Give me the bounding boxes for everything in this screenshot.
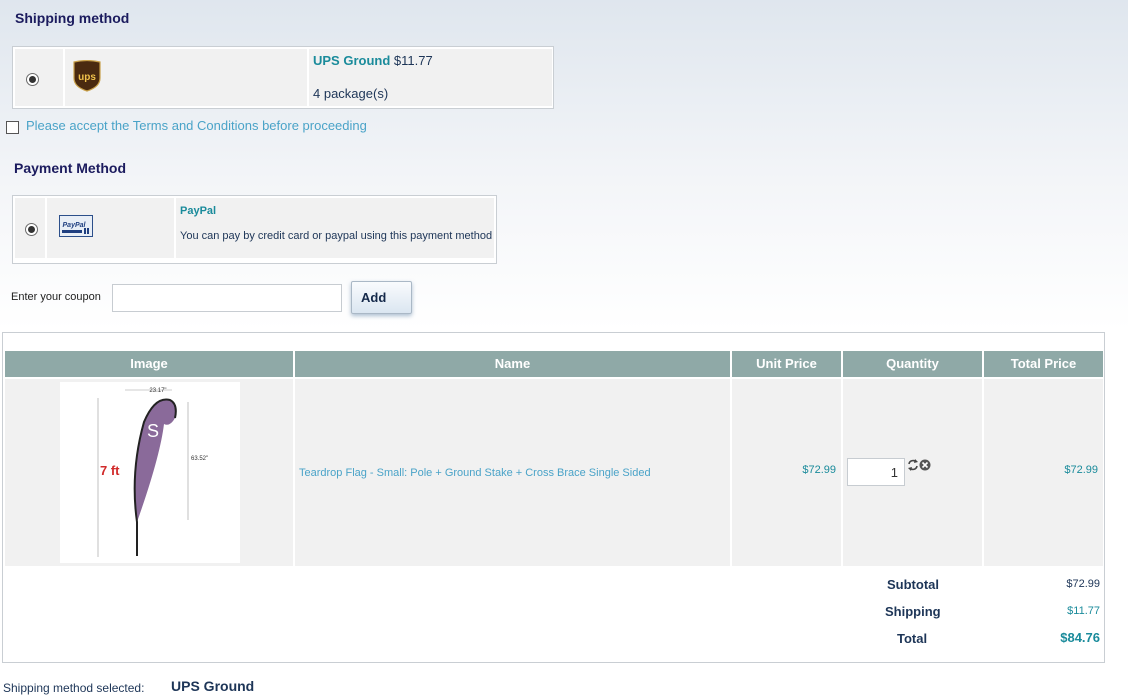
- product-name-cell: Teardrop Flag - Small: Pole + Ground Sta…: [295, 379, 730, 566]
- shipping-label: Shipping: [885, 604, 941, 619]
- column-header-image: Image: [5, 351, 293, 377]
- remove-item-icon[interactable]: [919, 459, 931, 471]
- table-row: 23.17" 63.52" 7 ft S: [5, 379, 293, 566]
- product-image[interactable]: 23.17" 63.52" 7 ft S: [60, 382, 240, 563]
- shipping-details-cell: UPS Ground $11.77 4 package(s): [309, 49, 552, 106]
- payment-radio[interactable]: [25, 223, 38, 236]
- payment-option[interactable]: PayPal PayPal You can pay by credit card…: [12, 195, 497, 264]
- shipping-packages: 4 package(s): [313, 86, 389, 101]
- svg-text:7 ft: 7 ft: [100, 463, 120, 478]
- shipping-radio[interactable]: [26, 73, 39, 86]
- column-header-name: Name: [295, 351, 730, 377]
- paypal-logo-icon: PayPal: [59, 215, 93, 237]
- total-label: Total: [897, 631, 928, 646]
- svg-text:63.52": 63.52": [191, 456, 208, 462]
- coupon-label: Enter your coupon: [11, 291, 101, 303]
- svg-text:ups: ups: [78, 72, 96, 83]
- coupon-input[interactable]: [112, 284, 342, 312]
- product-name-link[interactable]: Teardrop Flag - Small: Pole + Ground Sta…: [299, 467, 651, 479]
- shipping-radio-cell: [15, 49, 63, 106]
- quantity-input[interactable]: [847, 458, 905, 486]
- cart-table: Image Name Unit Price Quantity Total Pri…: [2, 332, 1105, 663]
- shipping-price: $11.77: [393, 53, 433, 68]
- subtotal-value: $72.99: [1066, 578, 1100, 590]
- terms-label[interactable]: Please accept the Terms and Conditions b…: [26, 118, 367, 133]
- svg-text:S: S: [147, 421, 159, 441]
- shipping-carrier-name: UPS Ground: [313, 53, 391, 68]
- payment-logo-cell: PayPal: [47, 198, 174, 258]
- payment-details-cell: PayPal You can pay by credit card or pay…: [176, 198, 494, 258]
- payment-description: You can pay by credit card or paypal usi…: [180, 230, 493, 242]
- total-value: $84.76: [1060, 630, 1100, 645]
- column-header-total-price: Total Price: [984, 351, 1103, 377]
- subtotal-label: Subtotal: [887, 577, 939, 592]
- payment-method-heading: Payment Method: [14, 160, 127, 176]
- terms-checkbox[interactable]: [6, 121, 19, 134]
- add-coupon-button[interactable]: Add: [351, 281, 412, 314]
- unit-price: $72.99: [802, 464, 836, 476]
- shipping-logo-cell: ups: [65, 49, 307, 106]
- shipping-selected-label: Shipping method selected:: [3, 681, 145, 695]
- ups-logo-icon: ups: [73, 60, 101, 92]
- payment-name: PayPal: [180, 205, 217, 217]
- quantity-cell: [843, 379, 982, 566]
- row-total-price: $72.99: [1064, 464, 1098, 476]
- shipping-method-heading: Shipping method: [15, 10, 130, 26]
- shipping-selected-value: UPS Ground: [171, 678, 255, 694]
- svg-text:PayPal: PayPal: [63, 222, 87, 229]
- svg-text:23.17": 23.17": [149, 388, 166, 394]
- shipping-option[interactable]: ups UPS Ground $11.77 4 package(s): [12, 46, 554, 109]
- payment-radio-cell: [15, 198, 45, 258]
- column-header-quantity: Quantity: [843, 351, 982, 377]
- column-header-unit-price: Unit Price: [732, 351, 841, 377]
- total-price-cell: $72.99: [984, 379, 1103, 566]
- unit-price-cell: $72.99: [732, 379, 841, 566]
- refresh-icon[interactable]: [907, 459, 919, 471]
- shipping-value: $11.77: [1067, 605, 1100, 617]
- teardrop-flag-image: 23.17" 63.52" 7 ft S: [97, 388, 208, 557]
